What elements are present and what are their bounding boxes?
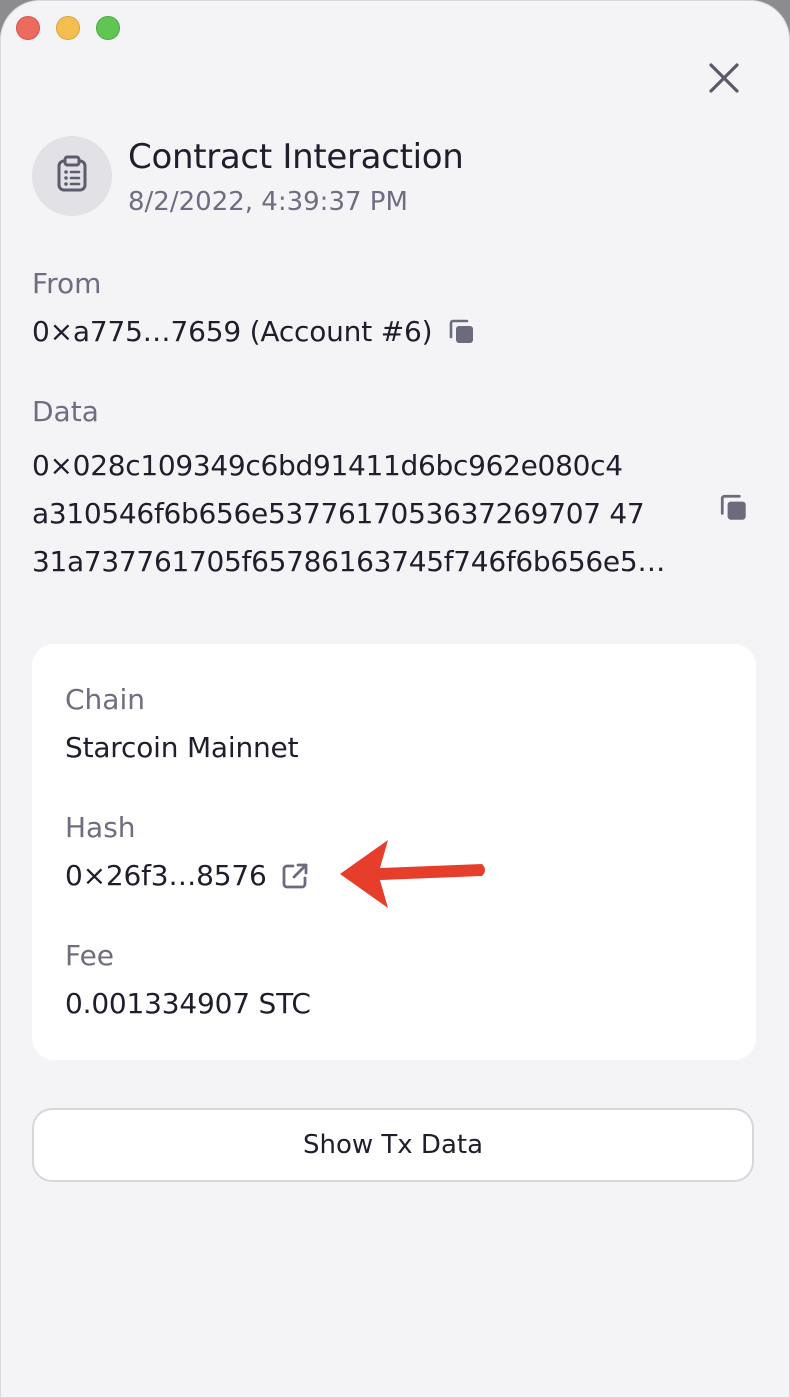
window-minimize-button[interactable] <box>56 16 80 40</box>
data-section: Data 0×028c109349c6bd91411d6bc962e080c4 … <box>32 394 762 586</box>
show-tx-data-button[interactable]: Show Tx Data <box>32 1108 754 1182</box>
clipboard-list-icon <box>52 154 92 198</box>
transaction-timestamp: 8/2/2022, 4:39:37 PM <box>128 187 408 217</box>
data-line: a310546f6b656e5377617053637269707 47 <box>32 497 645 530</box>
chain-field: Chain Starcoin Mainnet <box>65 682 299 766</box>
data-line: 31a737761705f65786163745f746f6b656e5… <box>32 545 666 578</box>
hash-label: Hash <box>65 811 136 844</box>
hash-value: 0×26f3…8576 <box>65 859 267 892</box>
external-link-icon[interactable] <box>279 860 311 892</box>
fee-field: Fee 0.001334907 STC <box>65 938 311 1022</box>
data-line: 0×028c109349c6bd91411d6bc962e080c4 <box>32 449 623 482</box>
chain-value: Starcoin Mainnet <box>65 731 299 764</box>
window-close-button[interactable] <box>16 16 40 40</box>
transaction-detail-window: Contract Interaction 8/2/2022, 4:39:37 P… <box>0 0 790 1398</box>
transaction-type-avatar <box>32 136 112 216</box>
data-hex: 0×028c109349c6bd91411d6bc962e080c4 a3105… <box>32 442 762 586</box>
hash-field: Hash 0×26f3…8576 <box>65 810 311 894</box>
fee-label: Fee <box>65 939 115 972</box>
page-title: Contract Interaction <box>128 137 464 177</box>
annotation-arrow-icon <box>340 840 485 908</box>
from-label: From <box>32 267 102 300</box>
chain-label: Chain <box>65 683 145 716</box>
transaction-header: Contract Interaction 8/2/2022, 4:39:37 P… <box>32 136 464 220</box>
data-label: Data <box>32 395 99 428</box>
copy-icon[interactable] <box>718 492 754 528</box>
window-controls <box>16 16 120 40</box>
copy-icon[interactable] <box>446 316 478 348</box>
window-zoom-button[interactable] <box>96 16 120 40</box>
from-section: From 0×a775…7659 (Account #6) <box>32 266 478 350</box>
close-icon[interactable] <box>704 58 744 98</box>
from-address: 0×a775…7659 (Account #6) <box>32 315 433 348</box>
fee-value: 0.001334907 STC <box>65 987 311 1020</box>
